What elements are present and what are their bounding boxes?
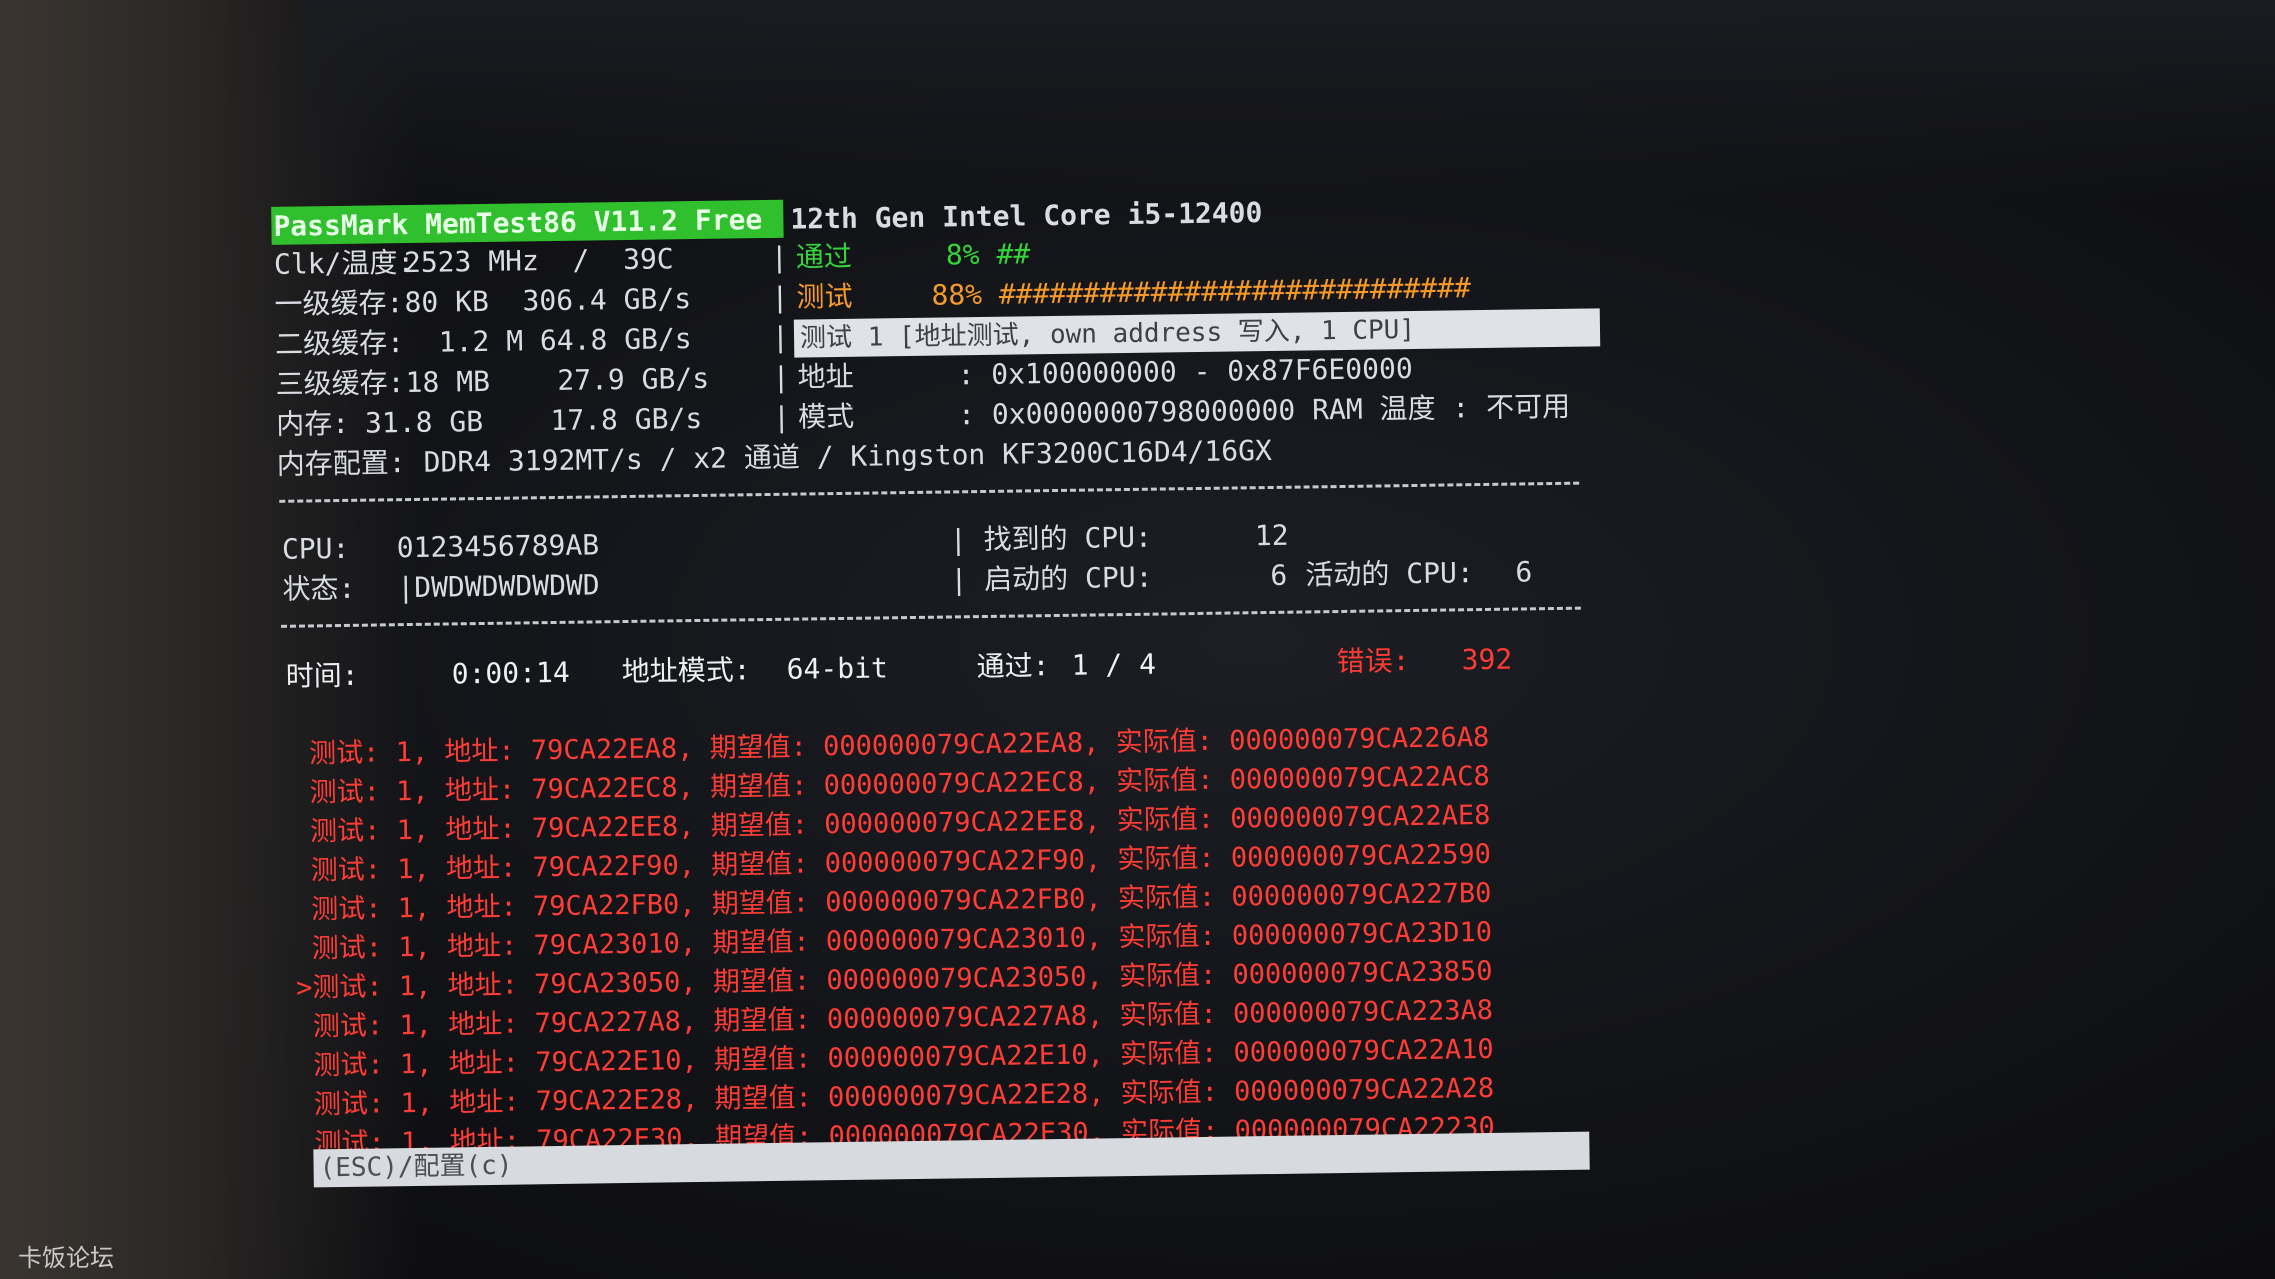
memory-config-label: 内存配置: (276, 446, 406, 481)
error-line-marker (296, 1011, 313, 1042)
test-progress-value: 88% ############################ (931, 271, 1472, 312)
l3-cache-value: 18 MB 27.9 GB/s (405, 361, 710, 400)
found-cpu-value: 12 (1254, 518, 1289, 553)
started-cpu-value: 6 (1270, 558, 1288, 592)
started-cpu-label: | 启动的 CPU: (950, 560, 1153, 597)
current-test-text: 测试 1 [地址测试, own address 写入, 1 CPU] (799, 314, 1416, 354)
current-test-box: 测试 1 [地址测试, own address 写入, 1 CPU] (793, 308, 1601, 358)
memory-value: 31.8 GB 17.8 GB/s (347, 401, 703, 440)
pass-count-label: 通过: (976, 649, 1050, 684)
memory-label: 内存: (275, 406, 350, 441)
memtest-screen: PassMark MemTest86 V11.2 Free 12th Gen I… (265, 176, 1619, 1215)
l1-cache-value: 80 KB 306.4 GB/s (404, 282, 692, 320)
column-divider: | (772, 400, 791, 434)
app-title-bar: PassMark MemTest86 V11.2 Free (271, 199, 784, 245)
cpu-label: CPU: (281, 531, 350, 566)
error-list: 测试: 1, 地址: 79CA22EA8, 期望值: 000000079CA22… (293, 718, 1495, 1164)
column-divider: | (771, 280, 789, 314)
pattern-label: 模式 (797, 399, 855, 434)
error-line-marker (293, 777, 310, 808)
error-line-marker (294, 855, 311, 886)
address-mode-value: 64-bit (786, 651, 889, 686)
error-line-marker (298, 1128, 315, 1159)
pass-progress-value: 8% ## (945, 237, 1031, 272)
l1-cache-label: 一级缓存: (274, 286, 404, 321)
footer-hint-text: (ESC)/配置(c) (319, 1150, 513, 1184)
cpu-list: 0123456789AB (379, 528, 600, 565)
error-count-value: 392 (1461, 642, 1513, 677)
column-divider: | (771, 320, 790, 354)
clk-label: Clk/温度: (273, 245, 415, 281)
address-value: : 0x100000000 - 0x87F6E0000 (957, 351, 1413, 392)
error-line-marker (294, 816, 311, 847)
error-line-marker (293, 738, 310, 769)
cpu-state-label: 状态: (282, 571, 356, 606)
forum-watermark: 卡饭论坛 (18, 1244, 114, 1272)
separator-line (281, 606, 1581, 628)
cpu-state-value: |DWDWDWDWDWD (380, 568, 600, 605)
l3-cache-label: 三级缓存: (275, 366, 405, 401)
separator-line (279, 481, 1580, 503)
time-label: 时间: (285, 658, 359, 693)
active-cpu-label: 活动的 CPU: (1305, 556, 1474, 592)
app-title: PassMark MemTest86 V11.2 Free (273, 203, 763, 243)
found-cpu-label: | 找到的 CPU: (949, 520, 1153, 557)
error-line-marker (297, 1089, 314, 1120)
error-line-marker: > (295, 972, 313, 1004)
address-mode-label: 地址模式: (621, 653, 751, 689)
test-progress-label: 测试 (796, 279, 853, 314)
photo-background-top (300, 0, 2275, 200)
l2-cache-value: 1.2 M 64.8 GB/s (404, 322, 692, 360)
time-value: 0:00:14 (451, 655, 570, 691)
error-line-marker (295, 894, 312, 925)
pass-count-value: 1 / 4 (1071, 647, 1157, 682)
cpu-model: 12th Gen Intel Core i5-12400 (790, 196, 1263, 236)
error-line-marker (297, 1050, 314, 1081)
l2-cache-label: 二级缓存: (274, 326, 405, 361)
active-cpu-value: 6 (1515, 555, 1533, 589)
address-label: 地址 (797, 359, 854, 394)
pass-progress-label: 通过 (795, 239, 853, 274)
clk-value: 2523 MHz / 39C (403, 242, 674, 280)
error-line-marker (295, 933, 312, 964)
error-count-label: 错误: (1336, 644, 1410, 679)
column-divider: | (772, 360, 790, 394)
column-divider: | (770, 240, 789, 274)
pattern-value: : 0x0000000798000000 RAM 温度 : 不可用 (957, 389, 1571, 432)
